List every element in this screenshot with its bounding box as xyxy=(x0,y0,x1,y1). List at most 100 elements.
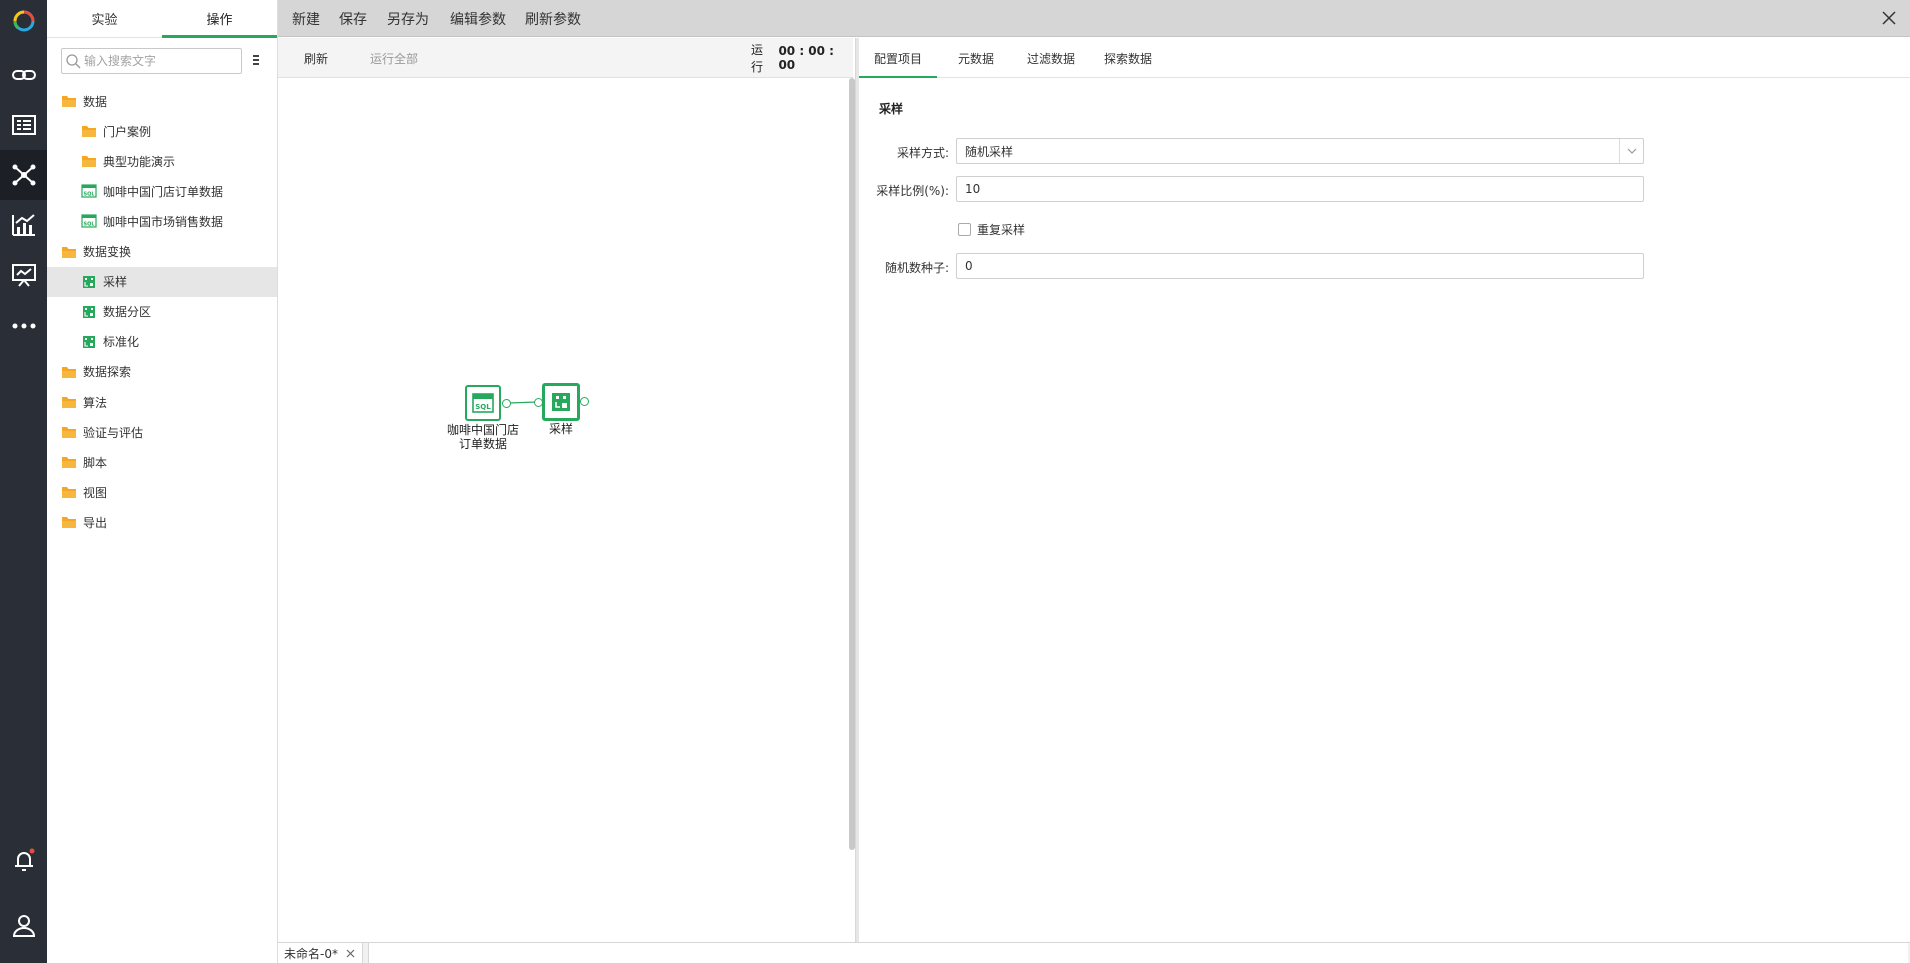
tab-filter-data[interactable]: 过滤数据 xyxy=(1011,38,1091,78)
workflow-canvas[interactable]: SQL 咖啡中国门店 订单数据 采样 xyxy=(278,78,849,942)
operator-icon xyxy=(81,335,97,349)
node-coffee-orders[interactable]: SQL xyxy=(465,385,501,421)
search-input[interactable] xyxy=(84,50,234,72)
tree-item-label: 数据探索 xyxy=(83,365,132,380)
logo-icon xyxy=(13,10,34,32)
svg-text:SQL: SQL xyxy=(475,403,491,411)
tree-item-label: 咖啡中国市场销售数据 xyxy=(103,214,224,229)
folder-icon xyxy=(61,515,77,529)
tree-item-label: 典型功能演示 xyxy=(103,154,176,169)
output-port[interactable] xyxy=(502,399,511,408)
close-tab-icon[interactable] xyxy=(346,949,355,958)
node-label: 咖啡中国门店 订单数据 xyxy=(446,423,519,451)
tree-item-label: 标准化 xyxy=(103,335,140,350)
more-icon[interactable] xyxy=(0,300,47,350)
seed-label: 随机数种子: xyxy=(884,261,949,275)
tree-item[interactable]: 视图 xyxy=(47,477,277,507)
tree-item-label: 门户案例 xyxy=(103,124,152,139)
folder-open-icon xyxy=(61,245,77,259)
tree-item-label: 脚本 xyxy=(83,455,108,470)
tree-item[interactable]: 典型功能演示 xyxy=(47,146,277,176)
panel-tabs: 实验 操作 xyxy=(47,0,277,38)
method-label: 采样方式: xyxy=(896,146,949,160)
main-toolbar: 新建 保存 另存为 编辑参数 刷新参数 xyxy=(278,0,1910,37)
tab-metadata[interactable]: 元数据 xyxy=(941,38,1011,78)
tree-item[interactable]: 标准化 xyxy=(47,327,277,357)
tree-item[interactable]: 算法 xyxy=(47,387,277,417)
link-icon[interactable] xyxy=(0,50,47,100)
run-label: 运行 xyxy=(751,43,764,74)
section-title: 采样 xyxy=(879,102,904,116)
save-as-button[interactable]: 另存为 xyxy=(387,0,429,37)
repeat-sampling-label: 重复采样 xyxy=(977,223,1026,237)
folder-icon xyxy=(61,395,77,409)
svg-text:SQL: SQL xyxy=(83,192,95,198)
tree-item[interactable]: SQL 咖啡中国门店订单数据 xyxy=(47,176,277,206)
ratio-input[interactable]: 10 xyxy=(956,176,1644,202)
repeat-sampling-checkbox[interactable] xyxy=(958,223,971,236)
run-timer: 运行 00 : 00 : 00 xyxy=(751,38,853,78)
config-tabs: 配置项目 元数据 过滤数据 探索数据 xyxy=(859,38,1910,79)
edit-params-button[interactable]: 编辑参数 xyxy=(450,0,506,37)
tree-item-label: 数据分区 xyxy=(103,305,152,320)
operator-icon xyxy=(81,305,97,319)
sql-file-icon: SQL xyxy=(81,214,97,228)
method-value: 随机采样 xyxy=(965,144,1014,159)
sql-icon: SQL xyxy=(472,393,494,413)
bottom-area xyxy=(368,943,1908,963)
analysis-chart-icon[interactable] xyxy=(0,200,47,250)
tree-item[interactable]: 数据分区 xyxy=(47,297,277,327)
new-button[interactable]: 新建 xyxy=(292,0,320,37)
folder-icon xyxy=(81,154,97,168)
tab-config[interactable]: 配置项目 xyxy=(859,38,937,79)
tree-item[interactable]: 数据变换 xyxy=(47,237,277,267)
workflow-icon[interactable] xyxy=(0,150,47,200)
document-tab[interactable]: 未命名-0* xyxy=(278,943,363,963)
tree-item-label: 导出 xyxy=(83,515,108,530)
tree-item[interactable]: 采样 xyxy=(47,266,277,297)
tree-item[interactable]: 验证与评估 xyxy=(47,417,277,447)
run-all-button[interactable]: 运行全部 xyxy=(370,38,418,78)
chevron-down-icon[interactable] xyxy=(1619,139,1643,163)
tab-explore-data[interactable]: 探索数据 xyxy=(1091,38,1165,78)
folder-icon xyxy=(61,485,77,499)
list-menu-icon[interactable] xyxy=(251,52,261,68)
tree-item[interactable]: 导出 xyxy=(47,507,277,537)
user-avatar-icon[interactable] xyxy=(0,900,47,950)
node-label: 采样 xyxy=(548,422,573,436)
document-tab-label: 未命名-0* xyxy=(284,946,338,961)
tree-item-label: 算法 xyxy=(83,395,108,410)
operator-icon xyxy=(81,275,97,289)
report-icon[interactable] xyxy=(0,100,47,150)
node-sampling[interactable] xyxy=(542,383,580,421)
folder-icon xyxy=(61,365,77,379)
folder-open-icon xyxy=(61,94,77,108)
tree-item-label: 验证与评估 xyxy=(83,425,144,440)
tree-item[interactable]: 脚本 xyxy=(47,447,277,477)
tree-item[interactable]: 数据探索 xyxy=(47,357,277,387)
refresh-params-button[interactable]: 刷新参数 xyxy=(525,0,581,37)
sampling-icon xyxy=(552,393,570,411)
tab-experiment[interactable]: 实验 xyxy=(47,0,162,37)
tree-item-label: 视图 xyxy=(83,485,108,500)
run-time: 00 : 00 : 00 xyxy=(778,44,834,72)
save-button[interactable]: 保存 xyxy=(339,0,367,37)
ratio-label: 采样比例(%): xyxy=(876,184,949,198)
folder-icon xyxy=(61,425,77,439)
refresh-button[interactable]: 刷新 xyxy=(304,38,328,78)
close-icon[interactable] xyxy=(1880,9,1898,27)
seed-input[interactable]: 0 xyxy=(956,253,1644,279)
canvas-toolbar: 刷新 运行全部 运行 00 : 00 : 00 xyxy=(278,38,853,78)
folder-icon xyxy=(81,124,97,138)
notification-bell-icon[interactable] xyxy=(0,835,47,885)
tree-item[interactable]: 数据 xyxy=(47,86,277,116)
tree-item[interactable]: 门户案例 xyxy=(47,116,277,146)
output-port[interactable] xyxy=(580,397,589,406)
method-select[interactable]: 随机采样 xyxy=(956,138,1644,164)
presentation-icon[interactable] xyxy=(0,250,47,300)
search-box xyxy=(61,48,242,74)
tree-item-label: 咖啡中国门店订单数据 xyxy=(103,184,224,199)
tree-item[interactable]: SQL 咖啡中国市场销售数据 xyxy=(47,206,277,236)
tab-operation[interactable]: 操作 xyxy=(162,0,277,38)
document-tab-bar: 未命名-0* xyxy=(278,942,1910,963)
